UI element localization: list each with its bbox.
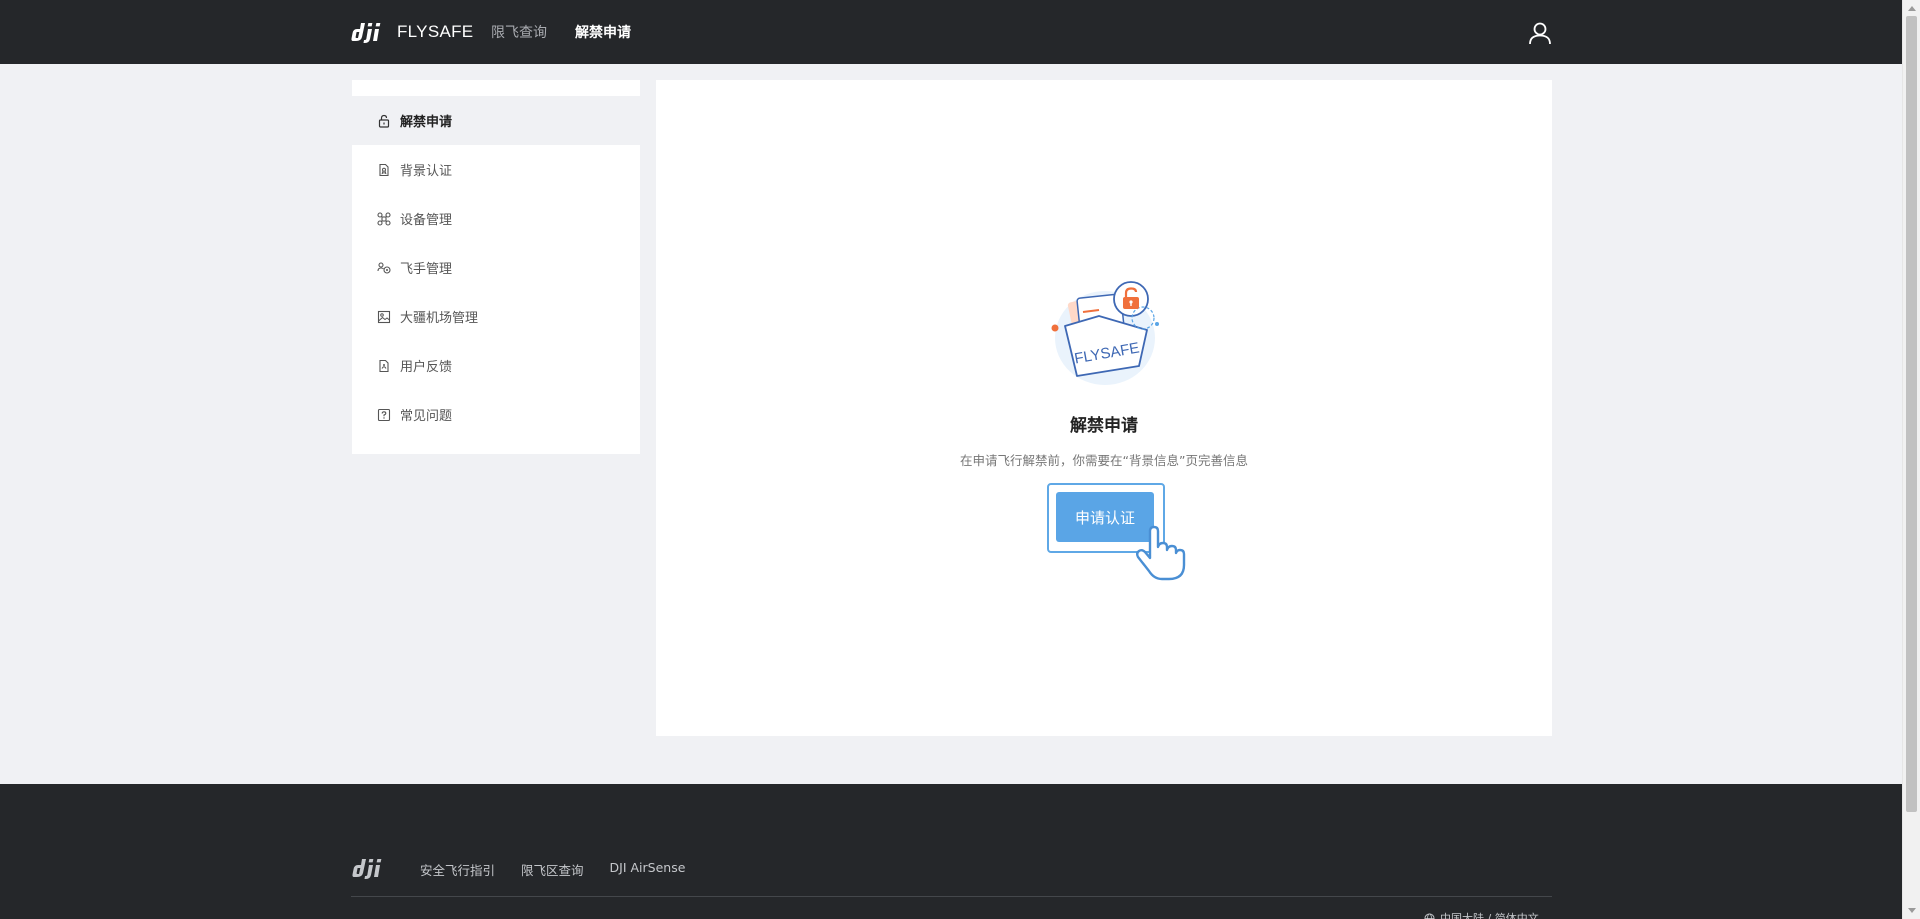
top-header: FLYSAFE 限飞查询 解禁申请	[0, 0, 1902, 64]
sidebar-item-label: 用户反馈	[400, 360, 453, 375]
nav-item-unlock-request[interactable]: 解禁申请	[575, 22, 631, 42]
nav-item-flight-restriction-query[interactable]: 限飞查询	[491, 22, 547, 42]
scroll-up-button[interactable]	[1903, 0, 1920, 16]
scrollbar-thumb[interactable]	[1906, 16, 1917, 812]
unlock-request-panel: FLYSAFE 解禁申请 在申请飞行解禁前，你需要在“背景信息”页完善信息 申请…	[656, 80, 1552, 736]
sidebar-item-label: 常见问题	[400, 409, 453, 424]
sidebar-item-label: 飞手管理	[400, 262, 453, 277]
user-icon	[1529, 22, 1551, 45]
footer-links: 安全飞行指引 限飞区查询 DJI AirSense	[420, 860, 685, 879]
sidebar-item-label: 解禁申请	[400, 115, 453, 130]
sidebar-item-label: 背景认证	[400, 164, 453, 179]
sidebar-item-label: 设备管理	[400, 213, 453, 228]
image-icon	[377, 310, 391, 323]
footer-divider	[351, 896, 1552, 897]
sidebar-item-unlock-request[interactable]: 解禁申请	[352, 96, 640, 145]
drone-icon	[377, 211, 391, 226]
sidebar-item-background-certification[interactable]: 背景认证	[352, 145, 640, 194]
triangle-down-icon	[1908, 908, 1916, 913]
document-icon	[379, 163, 389, 176]
triangle-up-icon	[1908, 6, 1916, 11]
region-label: 中国大陆 / 简体中文	[1440, 912, 1539, 919]
page-footer: 安全飞行指引 限飞区查询 DJI AirSense 中国大陆 / 简体中文	[0, 784, 1902, 919]
feedback-icon	[379, 359, 389, 372]
help-icon	[377, 408, 391, 421]
sidebar-item-user-feedback[interactable]: 用户反馈	[352, 341, 640, 390]
dji-logo-icon	[351, 23, 381, 43]
globe-icon	[1424, 912, 1435, 919]
region-language-selector[interactable]: 中国大陆 / 简体中文	[1424, 911, 1539, 919]
sidebar-menu: 解禁申请 背景认证 设备管理 飞手管理 大疆机场管理 用户反馈 常见问题	[352, 80, 640, 454]
dji-logo-icon[interactable]	[351, 856, 393, 880]
sidebar-item-dock-management[interactable]: 大疆机场管理	[352, 292, 640, 341]
footer-link-no-fly-zone-query[interactable]: 限飞区查询	[521, 860, 584, 879]
scroll-down-button[interactable]	[1903, 903, 1920, 919]
sidebar-item-device-management[interactable]: 设备管理	[352, 194, 640, 243]
footer-link-safe-flight-guide[interactable]: 安全飞行指引	[420, 860, 495, 879]
page-description: 在申请飞行解禁前，你需要在“背景信息”页完善信息	[960, 453, 1248, 468]
page-title: 解禁申请	[1070, 416, 1138, 436]
brand-logo[interactable]: FLYSAFE	[351, 20, 473, 44]
main-nav: 限飞查询 解禁申请	[491, 20, 631, 44]
lock-icon	[378, 114, 390, 128]
sidebar-item-pilot-management[interactable]: 飞手管理	[352, 243, 640, 292]
user-account-button[interactable]	[1527, 20, 1553, 46]
sidebar-item-label: 大疆机场管理	[400, 311, 479, 326]
apply-certification-button[interactable]: 申请认证	[1056, 492, 1154, 542]
brand-text: FLYSAFE	[397, 22, 474, 41]
flysafe-unlock-illustration: FLYSAFE	[1051, 281, 1159, 385]
pilot-icon	[377, 261, 391, 274]
sidebar-item-faq[interactable]: 常见问题	[352, 390, 640, 439]
footer-link-dji-airsense[interactable]: DJI AirSense	[610, 860, 686, 879]
apply-button-frame: 申请认证	[1047, 483, 1165, 553]
page-scrollbar[interactable]	[1902, 0, 1920, 919]
